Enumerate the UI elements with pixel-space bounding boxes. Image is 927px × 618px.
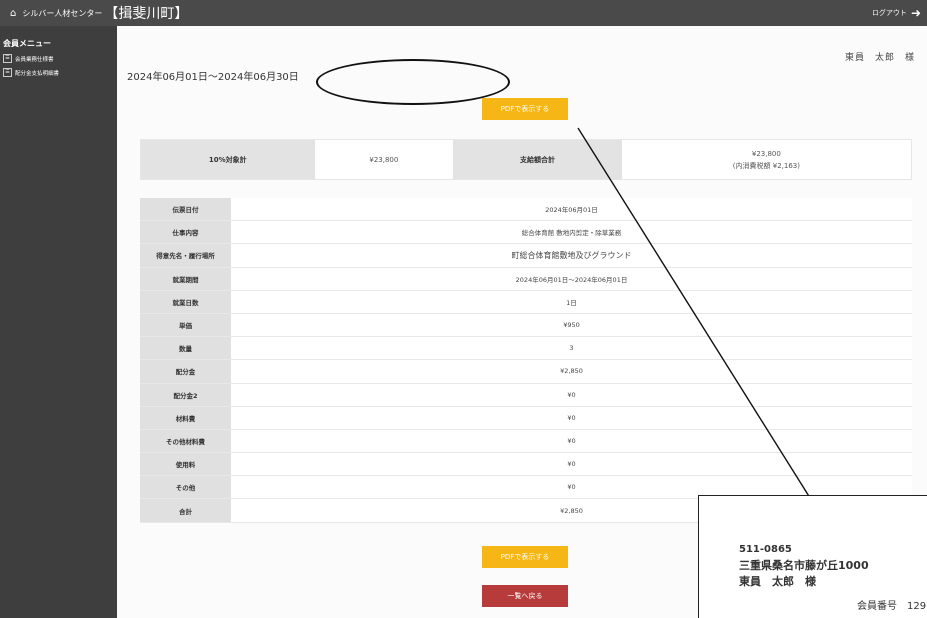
mailing-address: 三重県桑名市藤が丘1000 — [739, 559, 869, 572]
table-row: 就業期間 2024年06月01日～2024年06月01日 — [140, 267, 912, 291]
row-label: その他 — [140, 476, 231, 499]
row-value: 総合体育館 敷地内剪定・除草業務 — [231, 221, 912, 244]
payment-total-label: 支給額合計 — [453, 140, 622, 179]
pdf-view-button-top[interactable]: PDFで表示する — [482, 98, 568, 120]
row-label: 就業期間 — [140, 267, 231, 290]
row-value: 町総合体育館敷地及びグラウンド — [231, 244, 912, 267]
row-label: 数量 — [140, 337, 231, 360]
document-icon: ☰ — [3, 54, 12, 63]
row-value: ¥950 — [231, 313, 912, 337]
row-label: 得意先名・履行場所 — [140, 244, 231, 267]
back-to-list-button[interactable]: 一覧へ戻る — [482, 585, 568, 607]
table-row: その他材料費 ¥0 — [140, 429, 912, 454]
pdf-view-button-bottom[interactable]: PDFで表示する — [482, 546, 568, 568]
detail-table: 伝票日付 2024年06月01日 仕事内容 総合体育館 敷地内剪定・除草業務 得意先… — [140, 198, 912, 523]
top-bar: ⌂ シルバー人材センター 【揖斐川町】 ログアウト ➜ — [0, 0, 927, 26]
row-value: ¥2,850 — [231, 360, 912, 383]
brand-label: シルバー人材センター — [22, 8, 103, 18]
table-row: 就業日数 1日 — [140, 290, 912, 314]
table-row: 伝票日付 2024年06月01日 — [140, 198, 912, 222]
postal-code: 511-0865 — [739, 544, 792, 555]
sidebar-item-label: 配分金支払明細書 — [15, 70, 60, 77]
row-label: 就業日数 — [140, 290, 231, 313]
row-value: 2024年06月01日 — [231, 198, 912, 221]
table-row: 数量 3 — [140, 337, 912, 361]
row-value: ¥0 — [231, 383, 912, 406]
row-value: 2024年06月01日～2024年06月01日 — [231, 267, 912, 290]
brand[interactable]: ⌂ シルバー人材センター — [0, 8, 102, 19]
row-label: 配分金2 — [140, 383, 231, 406]
logout-button[interactable]: ログアウト ➜ — [872, 6, 921, 20]
consumption-tax-note: (内消費税額 ¥2,163) — [732, 161, 800, 170]
row-value: ¥0 — [231, 429, 912, 453]
payment-total-cell: ¥23,800 (内消費税額 ¥2,163) — [621, 140, 911, 179]
taxable-total-value: ¥23,800 — [314, 140, 454, 179]
table-row: 配分金2 ¥0 — [140, 383, 912, 407]
row-label: 材料費 — [140, 406, 231, 429]
row-label: 仕事内容 — [140, 221, 231, 244]
table-row: 単価 ¥950 — [140, 313, 912, 338]
row-value: ¥0 — [231, 453, 912, 476]
row-label: 伝票日付 — [140, 198, 231, 221]
row-label: その他材料費 — [140, 429, 231, 453]
highlight-circle — [316, 59, 510, 105]
sidebar-item-work-spec[interactable]: ☰ 会員業務仕様書 — [0, 54, 117, 63]
sidebar-item-payment-statement[interactable]: ☰ 配分金支払明細書 — [0, 68, 117, 77]
sidebar: 会員メニュー ☰ 会員業務仕様書 ☰ 配分金支払明細書 — [0, 26, 117, 618]
town-name: 【揖斐川町】 — [104, 6, 189, 22]
row-label: 使用料 — [140, 453, 231, 476]
table-row: 材料費 ¥0 — [140, 406, 912, 430]
home-icon: ⌂ — [10, 7, 17, 19]
address-card: 511-0865 三重県桑名市藤が丘1000 東員 太郎 様 会員番号 129 — [698, 495, 927, 618]
row-value: ¥0 — [231, 406, 912, 429]
table-row: 配分金 ¥2,850 — [140, 360, 912, 384]
logout-label: ログアウト — [871, 9, 907, 17]
payment-total-value: ¥23,800 — [751, 149, 781, 158]
sidebar-item-label: 会員業務仕様書 — [15, 56, 54, 63]
row-label: 配分金 — [140, 360, 231, 383]
recipient-name: 東員 太郎 様 — [739, 575, 816, 588]
document-icon: ☰ — [3, 68, 12, 77]
table-row: 仕事内容 総合体育館 敷地内剪定・除草業務 — [140, 221, 912, 245]
member-menu-title: 会員メニュー — [3, 39, 51, 48]
period-range: 2024年06月01日～2024年06月30日 — [127, 72, 299, 83]
summary-table: 10%対象計 ¥23,800 支給額合計 ¥23,800 (内消費税額 ¥2,1… — [140, 139, 912, 180]
row-value: 3 — [231, 337, 912, 360]
row-label: 単価 — [140, 313, 231, 337]
user-name: 東員 太郎 様 — [844, 53, 915, 63]
table-row: 使用料 ¥0 — [140, 453, 912, 477]
table-row: 得意先名・履行場所 町総合体育館敷地及びグラウンド — [140, 244, 912, 268]
row-value: 1日 — [231, 290, 912, 313]
member-number: 会員番号 129 — [857, 601, 927, 612]
row-label: 合計 — [140, 499, 231, 522]
logout-icon: ➜ — [910, 6, 921, 20]
taxable-total-label: 10%対象計 — [141, 140, 315, 179]
